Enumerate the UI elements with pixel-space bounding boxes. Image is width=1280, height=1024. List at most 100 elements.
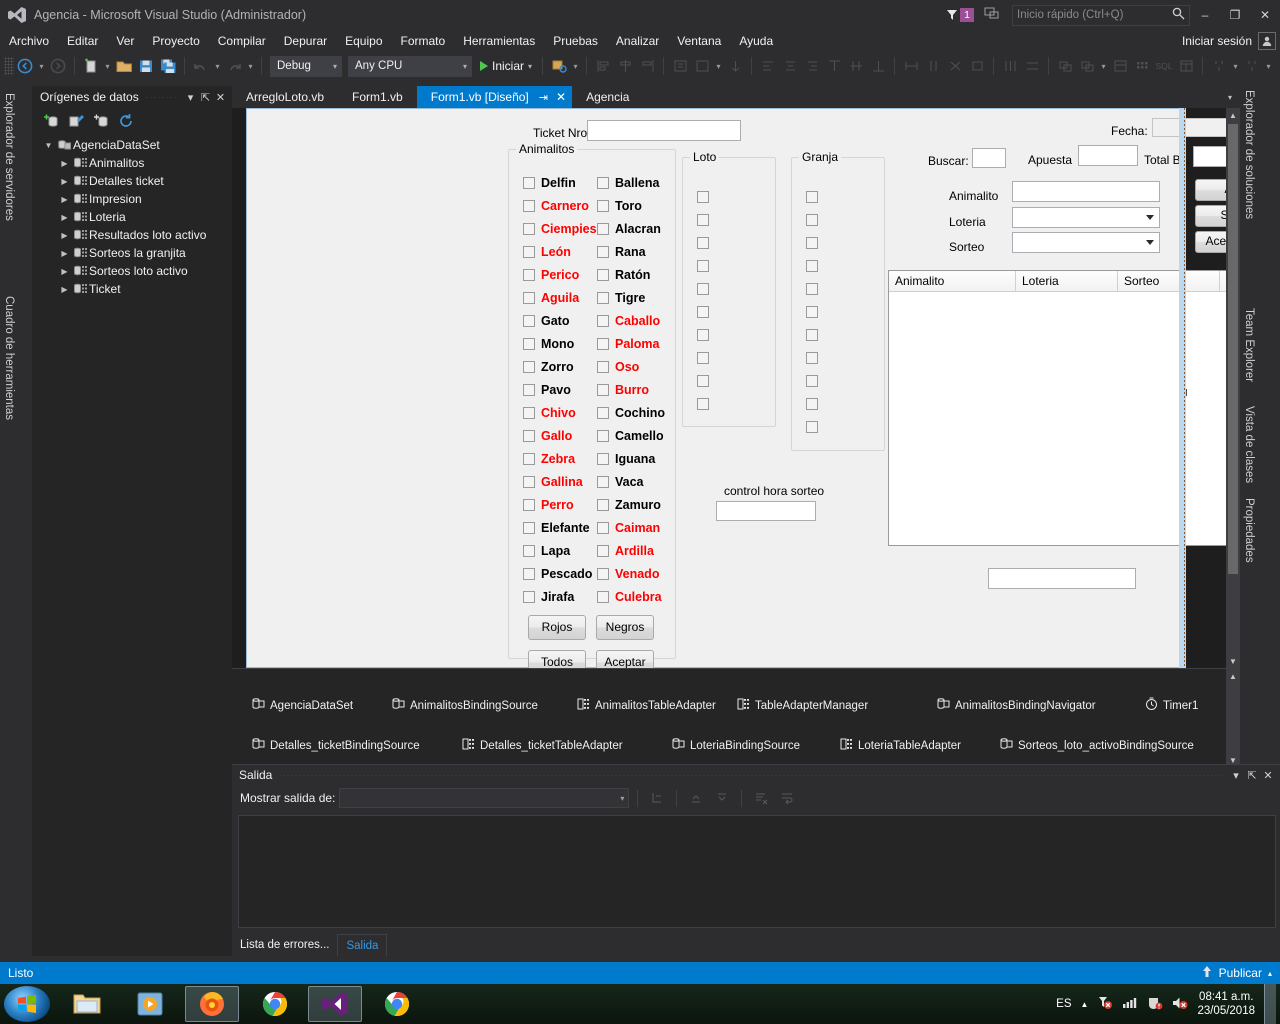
checkbox-box[interactable] <box>523 315 535 327</box>
go-to-next-message-icon[interactable] <box>711 787 733 809</box>
collapsed-twisty-icon[interactable]: ▶ <box>58 159 71 168</box>
vtab-team-explorer[interactable]: Team Explorer <box>1243 308 1255 382</box>
close-icon[interactable]: ✕ <box>1260 769 1276 782</box>
checkbox-box[interactable] <box>697 306 709 318</box>
checkbox-box[interactable] <box>697 214 709 226</box>
checkbox-loto-0300pm[interactable]: 3:00 PM <box>697 305 760 319</box>
checkbox-perro[interactable]: Perro <box>523 498 574 512</box>
file-explorer-icon[interactable] <box>60 986 114 1022</box>
scroll-up-icon[interactable]: ▲ <box>1226 108 1240 122</box>
checkbox-box[interactable] <box>697 398 709 410</box>
checkbox-gallina[interactable]: Gallina <box>523 475 583 489</box>
rojos-button[interactable]: Rojos <box>528 615 586 640</box>
menu-ventana[interactable]: Ventana <box>668 30 730 52</box>
chevron-up-icon[interactable]: ▴ <box>1268 969 1272 978</box>
checkbox-box[interactable] <box>597 292 609 304</box>
quick-launch-search[interactable]: Inicio rápido (Ctrl+Q) <box>1012 4 1190 26</box>
checkbox-box[interactable] <box>806 237 818 249</box>
checkbox-box[interactable] <box>523 591 535 603</box>
checkbox-granja-0200pm[interactable]: 2:00 PM <box>806 305 869 319</box>
checkbox-box[interactable] <box>597 315 609 327</box>
checkbox-lapa[interactable]: Lapa <box>523 544 570 558</box>
solution-config-combo[interactable]: Debug ▾ <box>270 55 342 77</box>
checkbox-loto-0500pm[interactable]: 5:00 PM <box>697 351 760 365</box>
firefox-icon[interactable] <box>185 986 239 1022</box>
language-indicator[interactable]: ES <box>1056 998 1071 1010</box>
pin-icon[interactable]: ⇥ <box>539 91 548 104</box>
checkbox-box[interactable] <box>697 260 709 272</box>
navigate-back-caret-icon[interactable]: ▾ <box>36 55 47 77</box>
notifications-icon[interactable]: 1 <box>946 8 974 22</box>
checkbox-leon[interactable]: León <box>523 245 571 259</box>
checkbox-perico[interactable]: Perico <box>523 268 579 282</box>
media-player-icon[interactable] <box>123 986 177 1022</box>
tray-item-loteriabindingsource[interactable]: LoteriaBindingSource <box>672 737 800 754</box>
checkbox-pavo[interactable]: Pavo <box>523 383 571 397</box>
checkbox-box[interactable] <box>523 384 535 396</box>
tray-item-sorteos-loto-activobindingsource[interactable]: Sorteos_loto_activoBindingSource <box>1000 737 1194 754</box>
loto-groupbox[interactable]: Loto 9:00 AM 10:00 AM 11:00 AM 12:00 PM … <box>682 150 776 427</box>
add-new-data-source-icon[interactable] <box>42 112 60 130</box>
tray-item-animalitostableadapter[interactable]: AnimalitosTableAdapter <box>577 697 716 714</box>
checkbox-aguila[interactable]: Aguila <box>523 291 579 305</box>
vtab-server-explorer[interactable]: Explorador de servidores <box>1 87 17 227</box>
clear-all-icon[interactable] <box>750 787 772 809</box>
expanded-twisty-icon[interactable]: ▼ <box>42 141 55 150</box>
restore-button[interactable]: ❐ <box>1220 0 1250 30</box>
close-icon[interactable]: ✕ <box>213 91 228 104</box>
panel-menu-chevron-icon[interactable]: ▾ <box>1228 769 1244 782</box>
pin-icon[interactable]: ⇱ <box>1244 769 1260 782</box>
checkbox-zamuro[interactable]: Zamuro <box>597 498 661 512</box>
checkbox-jirafa[interactable]: Jirafa <box>523 590 574 604</box>
chevron-down-icon[interactable]: ▾ <box>528 62 532 71</box>
form-window[interactable]: Ticket Nro. Fecha: Hora: Animalitos Delf… <box>246 108 1240 668</box>
animalitos-groupbox[interactable]: Animalitos Delfin Carnero Ciempies León … <box>508 142 676 668</box>
checkbox-paloma[interactable]: Paloma <box>597 337 659 351</box>
checkbox-loto-1000am[interactable]: 10:00 AM <box>697 213 766 227</box>
checkbox-box[interactable] <box>806 329 818 341</box>
checkbox-granja-1200pm[interactable]: 12:00 PM <box>806 259 875 273</box>
menu-compilar[interactable]: Compilar <box>209 30 275 52</box>
checkbox-box[interactable] <box>523 407 535 419</box>
designer-vertical-scrollbar[interactable]: ▲ ▼ <box>1226 108 1240 668</box>
tree-node-ticket[interactable]: ▶ Ticket <box>38 280 232 298</box>
scroll-up-icon[interactable]: ▲ <box>1226 669 1240 683</box>
checkbox-box[interactable] <box>523 177 535 189</box>
checkbox-mono[interactable]: Mono <box>523 337 574 351</box>
checkbox-caiman[interactable]: Caiman <box>597 521 660 535</box>
tab-overflow-chevron-icon[interactable]: ▾ <box>1220 86 1240 108</box>
toggle-word-wrap-icon[interactable] <box>776 787 798 809</box>
checkbox-zebra[interactable]: Zebra <box>523 452 575 466</box>
checkbox-box[interactable] <box>523 269 535 281</box>
checkbox-box[interactable] <box>806 214 818 226</box>
checkbox-box[interactable] <box>523 430 535 442</box>
show-desktop-button[interactable] <box>1264 984 1276 1024</box>
checkbox-carnero[interactable]: Carnero <box>523 199 589 213</box>
checkbox-box[interactable] <box>523 338 535 350</box>
checkbox-box[interactable] <box>523 545 535 557</box>
checkbox-box[interactable] <box>597 407 609 419</box>
tree-node-root[interactable]: ▼ AgenciaDataSet <box>38 136 232 154</box>
checkbox-iguana[interactable]: Iguana <box>597 452 655 466</box>
configure-data-source-icon[interactable] <box>67 112 85 130</box>
output-text-area[interactable] <box>238 815 1276 928</box>
send-feedback-icon[interactable] <box>984 7 1000 24</box>
tab-salida[interactable]: Salida <box>337 934 388 956</box>
collapsed-twisty-icon[interactable]: ▶ <box>58 249 71 258</box>
checkbox-camello[interactable]: Camello <box>597 429 664 443</box>
collapsed-twisty-icon[interactable]: ▶ <box>58 195 71 204</box>
checkbox-box[interactable] <box>523 499 535 511</box>
tab-arregloloto-vb[interactable]: ArregloLoto.vb <box>232 86 338 108</box>
attach-process-icon[interactable] <box>548 55 570 77</box>
tree-node-sorteos-la-granjita[interactable]: ▶ Sorteos la granjita <box>38 244 232 262</box>
checkbox-toro[interactable]: Toro <box>597 199 642 213</box>
todos-button[interactable]: Todos <box>528 650 586 668</box>
checkbox-oso[interactable]: Oso <box>597 360 639 374</box>
checkbox-granja-0600pm[interactable]: 6:00 PM <box>806 397 869 411</box>
tree-node-detalles-ticket[interactable]: ▶ Detalles ticket <box>38 172 232 190</box>
close-icon[interactable]: ✕ <box>556 90 566 104</box>
checkbox-box[interactable] <box>523 223 535 235</box>
checkbox-box[interactable] <box>697 237 709 249</box>
checkbox-cochino[interactable]: Cochino <box>597 406 665 420</box>
checkbox-loto-0600pm[interactable]: 6:00 PM <box>697 374 760 388</box>
